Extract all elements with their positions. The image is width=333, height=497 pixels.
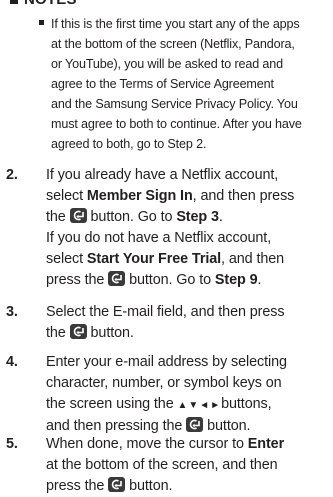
step-line: the screen using the ▲▼◄►buttons,	[46, 396, 272, 412]
arrow-keys-icon: ▲▼◄►	[177, 400, 222, 411]
step-line: press the button.	[46, 477, 173, 494]
member-sign-in-label: Member Sign In	[86, 188, 193, 204]
step-line: Select the E-mail field, and then press	[46, 304, 285, 320]
step-line: at the bottom of the screen, and then	[46, 457, 278, 473]
heading-square-icon	[10, 0, 18, 5]
step-body: Select the E-mail field, and then press …	[46, 302, 333, 344]
enter-button-icon	[108, 271, 126, 286]
enter-label: Enter	[247, 436, 285, 452]
notes-heading: NOTES	[10, 0, 77, 8]
step-body: When done, move the cursor to Enter at t…	[46, 434, 333, 497]
step-line: press the button. Go to Step 9.	[46, 271, 262, 288]
step-line: the button. Go to Step 3.	[46, 208, 223, 225]
note-line: agreed to both, go to Step 2.	[51, 137, 207, 151]
enter-button-icon	[69, 208, 87, 223]
bullet-square-icon	[39, 20, 44, 25]
step-number: 2.	[6, 167, 18, 183]
note-line: at the bottom of the screen (Netflix, Pa…	[51, 37, 295, 51]
enter-button-icon	[186, 417, 204, 432]
step-body: If you already have a Netflix account, s…	[46, 165, 333, 291]
note-line: and the Samsung Service Privacy Policy. …	[51, 97, 298, 111]
note-line: If this is the first time you start any …	[51, 17, 300, 31]
step-line: select Member Sign In, and then press	[46, 188, 295, 204]
step-line: When done, move the cursor to Enter	[46, 436, 285, 452]
step-line: the button.	[46, 324, 134, 341]
step-line: If you do not have a Netflix account,	[46, 230, 272, 246]
step-line: character, number, or symbol keys on	[46, 375, 282, 391]
manual-page: NOTES If this is the first time you star…	[0, 0, 333, 497]
step-number: 4.	[6, 354, 18, 370]
note-line: agree to the Terms of Service Agreement	[51, 77, 274, 91]
enter-button-icon	[108, 477, 126, 492]
free-trial-label: Start Your Free Trial	[86, 251, 222, 267]
step-body: Enter your e-mail address by selecting c…	[46, 352, 333, 437]
step-line: If you already have a Netflix account,	[46, 167, 279, 183]
enter-button-icon	[69, 324, 87, 339]
note-line: must agree to both to continue. After yo…	[51, 117, 302, 131]
note-bullet: If this is the first time you start any …	[39, 14, 333, 154]
step-line: select Start Your Free Trial, and then	[46, 251, 285, 267]
step-number: 5.	[6, 436, 18, 452]
step-number: 3.	[6, 304, 18, 320]
note-line: or YouTube), you will be asked to read a…	[51, 57, 283, 71]
step-line: Enter your e-mail address by selecting	[46, 354, 287, 370]
